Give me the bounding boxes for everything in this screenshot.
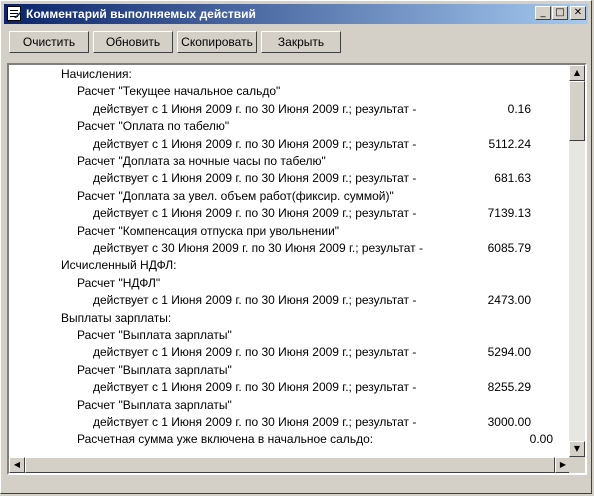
scroll-corner (569, 457, 585, 473)
comment-line: действует с 1 Июня 2009 г. по 30 Июня 20… (93, 136, 417, 151)
vertical-scrollbar[interactable]: ▲ ▼ (569, 65, 585, 457)
comment-text-content: Начисления: Расчет "Текущее начальное сал… (9, 65, 571, 457)
scroll-down-icon[interactable]: ▼ (569, 441, 585, 457)
scroll-left-icon[interactable]: ◀ (9, 457, 25, 473)
minimize-button[interactable]: _ (535, 6, 551, 20)
scroll-up-icon[interactable]: ▲ (569, 65, 585, 81)
result-value: 8255.29 (487, 380, 531, 395)
comment-line: Расчетная сумма уже включена в начальное… (77, 432, 374, 447)
comment-line: Расчет "Компенсация отпуска при увольнен… (77, 223, 340, 238)
comment-line: Расчет "Выплата зарплаты" (77, 362, 232, 377)
comment-line: Расчет "Доплата за увел. объем работ(фик… (77, 188, 394, 203)
comment-line: действует с 30 Июня 2009 г. по 30 Июня 2… (93, 241, 423, 255)
maximize-button[interactable]: □ (552, 6, 568, 20)
comment-line: действует с 1 Июня 2009 г. по 30 Июня 20… (93, 415, 417, 429)
close-icon: ✕ (573, 7, 583, 18)
minimize-icon: _ (540, 7, 546, 18)
result-value: 3000.00 (487, 415, 531, 429)
refresh-button[interactable]: Обновить (93, 31, 173, 53)
result-value: 0.00 (529, 432, 553, 447)
comment-line: Расчет "Текущее начальное сальдо" (77, 84, 281, 99)
close-window-button[interactable]: Закрыть (261, 31, 341, 53)
comment-line: Исчисленный НДФЛ: (61, 258, 177, 273)
comment-line: действует с 1 Июня 2009 г. по 30 Июня 20… (93, 345, 417, 360)
comment-line: действует с 1 Июня 2009 г. по 30 Июня 20… (93, 171, 417, 186)
result-value: 2473.00 (487, 293, 531, 308)
comment-line: Расчет "Выплата зарплаты" (77, 328, 232, 342)
clear-button[interactable]: Очистить (9, 31, 89, 53)
comment-line: действует с 1 Июня 2009 г. по 30 Июня 20… (93, 293, 417, 308)
maximize-icon: □ (555, 7, 565, 18)
title-bar[interactable]: Комментарий выполняемых действий _ □ ✕ (4, 4, 588, 24)
vertical-scroll-thumb[interactable] (569, 81, 585, 141)
result-value: 5294.00 (487, 345, 531, 360)
result-value: 7139.13 (487, 206, 531, 221)
comment-line: Выплаты зарплаты: (61, 310, 172, 325)
comment-line: действует с 1 Июня 2009 г. по 30 Июня 20… (93, 206, 417, 221)
comment-line: Расчет "Выплата зарплаты" (77, 397, 232, 412)
comment-line: Расчет "Оплата по табелю" (77, 119, 230, 134)
document-icon (7, 6, 21, 21)
horizontal-scroll-thumb[interactable] (25, 457, 555, 473)
comment-text-area[interactable]: Начисления: Расчет "Текущее начальное сал… (7, 63, 587, 475)
comment-line: действует с 1 Июня 2009 г. по 30 Июня 20… (93, 101, 417, 116)
comment-line: Начисления: (61, 67, 132, 81)
result-value: 6085.79 (487, 241, 531, 255)
comment-line: Расчет "Доплата за ночные часы по табелю… (77, 154, 326, 168)
comment-line: действует с 1 Июня 2009 г. по 30 Июня 20… (93, 380, 417, 395)
close-button[interactable]: ✕ (570, 6, 586, 20)
result-value: 681.63 (494, 171, 531, 186)
copy-button[interactable]: Скопировать (177, 31, 257, 53)
toolbar: Очистить Обновить Скопировать Закрыть (5, 27, 589, 59)
result-value: 0.16 (507, 101, 531, 116)
window-title: Комментарий выполняемых действий (26, 7, 256, 21)
result-value: 5112.24 (488, 136, 532, 151)
horizontal-scrollbar[interactable]: ◀ ▶ (9, 457, 571, 473)
comment-window: Комментарий выполняемых действий _ □ ✕ О… (0, 0, 592, 494)
comment-line: Расчет "НДФЛ" (77, 275, 161, 290)
